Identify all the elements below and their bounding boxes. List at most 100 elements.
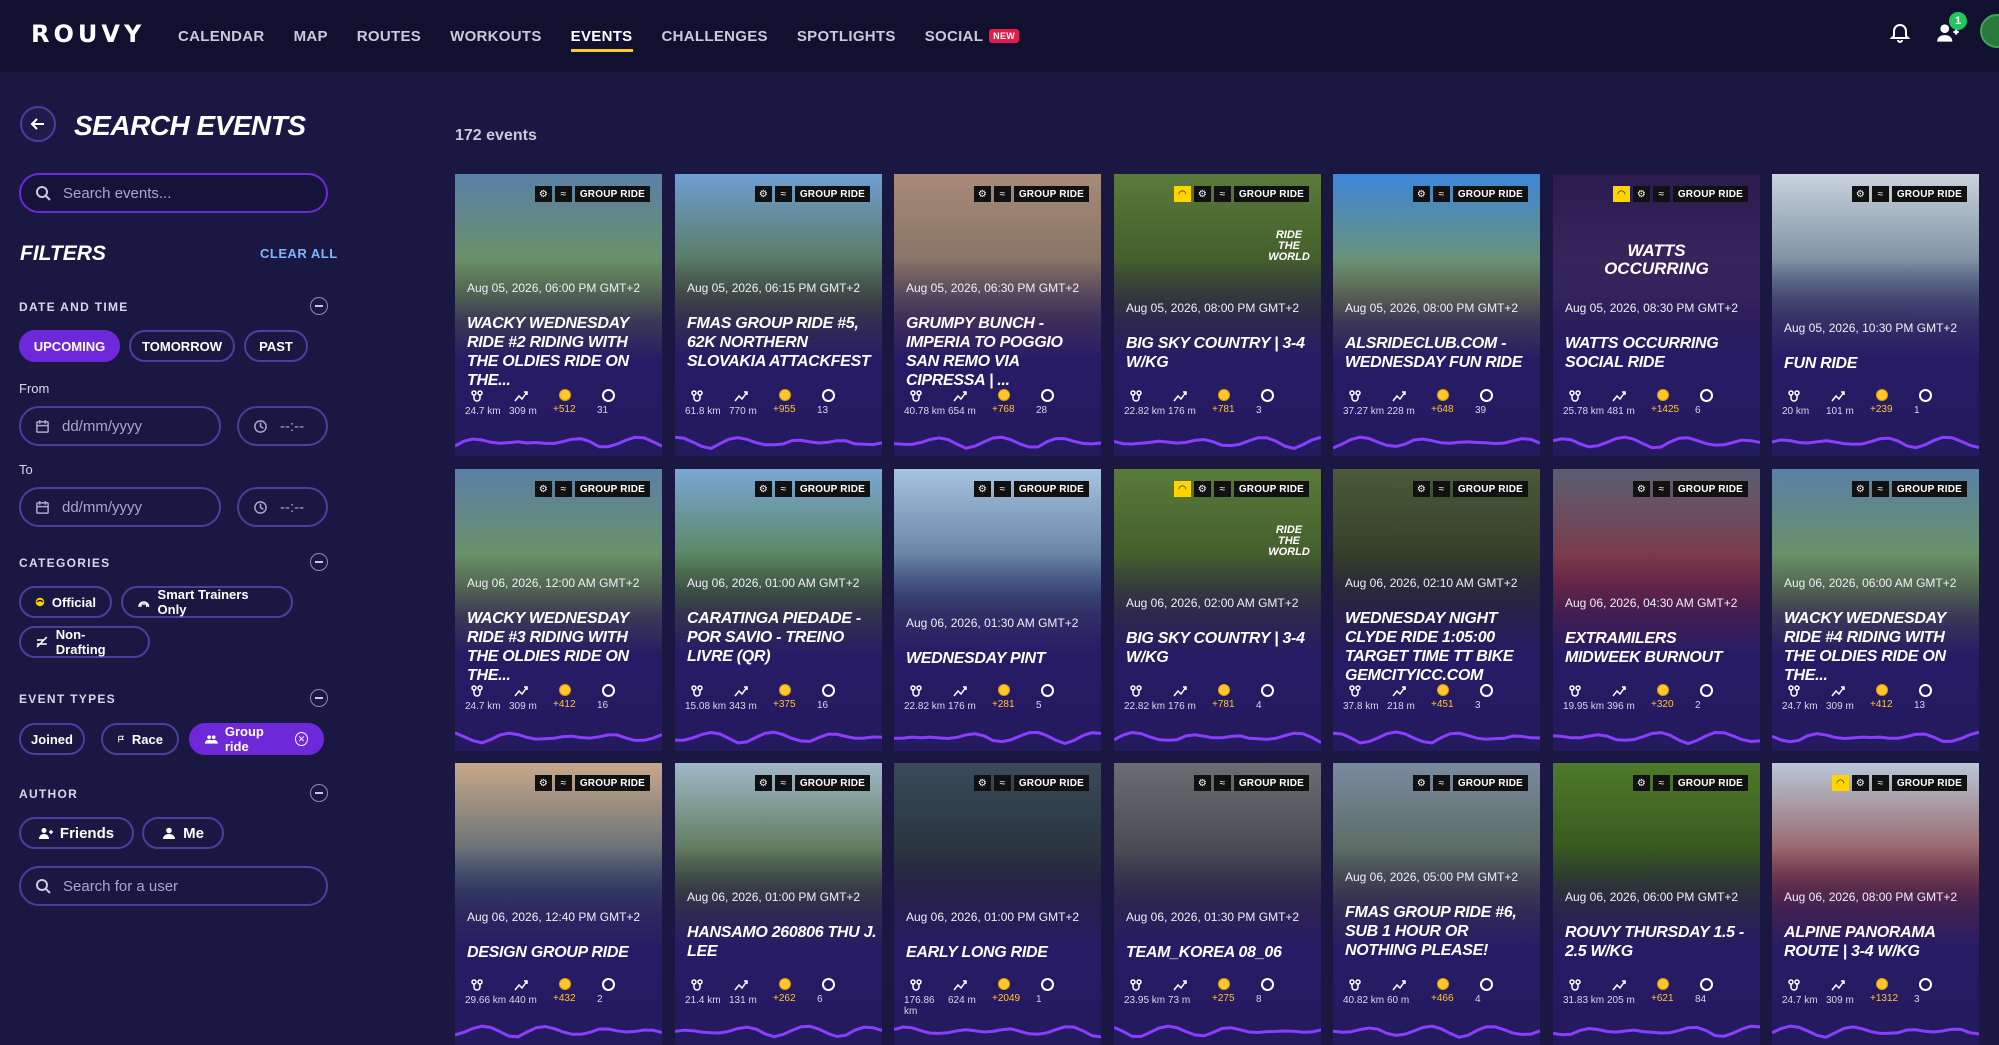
elevation-profile-line <box>455 731 662 745</box>
event-card[interactable]: ◠ ⚙ ≈ GROUP RIDE Aug 06, 2026, 06:00 AM … <box>1772 469 1979 751</box>
riders-value: 1 <box>1036 994 1042 1005</box>
bike-icon: ⚙ <box>973 186 991 202</box>
from-time-input[interactable]: --:-- <box>237 406 328 446</box>
collapse-categories-icon[interactable] <box>310 553 328 571</box>
nav-item-social[interactable]: SOCIAL NEW <box>925 0 1020 72</box>
chip-race[interactable]: Race <box>101 723 179 755</box>
rouvy-logo[interactable]: ROUVY <box>31 20 145 48</box>
elevation-icon <box>1612 980 1626 991</box>
event-card[interactable]: ◠ ⚙ ≈ GROUP RIDE Aug 06, 2026, 06:00 PM … <box>1553 763 1760 1045</box>
filters-sidebar: SEARCH EVENTS FILTERS CLEAR ALL DATE AND… <box>0 72 345 1042</box>
event-date: Aug 06, 2026, 04:30 AM GMT+2 <box>1565 596 1738 610</box>
riders-value: 1 <box>1914 405 1920 416</box>
event-date: Aug 06, 2026, 12:00 AM GMT+2 <box>467 576 640 590</box>
event-types-label: EVENT TYPES <box>19 692 116 706</box>
chip-upcoming[interactable]: UPCOMING <box>19 330 120 362</box>
event-card[interactable]: ◠ ⚙ ≈ GROUP RIDE Aug 06, 2026, 04:30 AM … <box>1553 469 1760 751</box>
user-search-box[interactable] <box>19 866 328 906</box>
search-events-box[interactable] <box>19 173 328 213</box>
chip-non-drafting[interactable]: Non-Drafting <box>19 626 150 658</box>
xp-stat: +768 <box>992 389 1036 417</box>
elevation-profile-line <box>1772 1024 1979 1039</box>
event-card[interactable]: ◠ ⚙ ≈ GROUP RIDE Aug 05, 2026, 06:15 PM … <box>675 174 882 456</box>
riders-icon <box>1041 389 1054 402</box>
elevation-profile-line <box>455 1024 662 1039</box>
event-card[interactable]: ◠ ⚙ ≈ GROUP RIDE Aug 06, 2026, 02:10 AM … <box>1333 469 1540 751</box>
chip-smart-trainers[interactable]: Smart Trainers Only <box>121 586 293 618</box>
event-date: Aug 06, 2026, 06:00 PM GMT+2 <box>1565 890 1739 904</box>
event-card[interactable]: ◠ ⚙ ≈ GROUP RIDE Aug 06, 2026, 12:00 AM … <box>455 469 662 751</box>
collapse-author-icon[interactable] <box>310 784 328 802</box>
event-card[interactable]: WATTS OCCURRING ◠ ⚙ ≈ GROUP RIDE Aug 05,… <box>1553 174 1760 456</box>
collapse-date-time-icon[interactable] <box>310 297 328 315</box>
route-icon: ≈ <box>774 186 792 202</box>
event-stats: 40.82 km 60 m +466 4 <box>1343 978 1519 1006</box>
elevation-icon <box>1831 686 1845 697</box>
riders-value: 2 <box>597 994 603 1005</box>
event-stats: 22.82 km 176 m +781 4 <box>1124 684 1300 712</box>
distance-value: 21.4 km <box>685 995 721 1006</box>
avatar[interactable] <box>1980 14 1999 48</box>
event-card[interactable]: ◠ ⚙ ≈ GROUP RIDE Aug 06, 2026, 08:00 PM … <box>1772 763 1979 1045</box>
nav-item-workouts[interactable]: WORKOUTS <box>450 0 542 72</box>
remove-filter-icon[interactable]: ✕ <box>294 732 308 746</box>
elevation-value: 654 m <box>948 406 976 417</box>
event-card[interactable]: RIDE THE WORLD ◠ ⚙ ≈ GROUP RIDE Aug 05, … <box>1114 174 1321 456</box>
event-card[interactable]: ◠ ⚙ ≈ GROUP RIDE Aug 05, 2026, 06:00 PM … <box>455 174 662 456</box>
event-title: EXTRAMILERS MIDWEEK BURNOUT <box>1565 630 1723 666</box>
event-card[interactable]: ◠ ⚙ ≈ GROUP RIDE Aug 05, 2026, 10:30 PM … <box>1772 174 1979 456</box>
chip-official[interactable]: Official <box>19 586 112 618</box>
event-date: Aug 06, 2026, 08:00 PM GMT+2 <box>1784 890 1958 904</box>
event-card[interactable]: ◠ ⚙ ≈ GROUP RIDE Aug 05, 2026, 08:00 PM … <box>1333 174 1540 456</box>
user-search-input[interactable] <box>63 877 303 895</box>
nav-item-spotlights[interactable]: SPOTLIGHTS <box>797 0 896 72</box>
chip-past[interactable]: PAST <box>244 330 308 362</box>
distance-icon <box>471 979 483 991</box>
elevation-profile-line <box>1114 435 1321 451</box>
nav-item-map[interactable]: MAP <box>294 0 328 72</box>
elevation-profile-chart <box>894 730 1101 746</box>
search-events-input[interactable] <box>63 184 303 202</box>
riders-value: 5 <box>1036 700 1042 711</box>
event-card[interactable]: ◠ ⚙ ≈ GROUP RIDE Aug 06, 2026, 12:40 PM … <box>455 763 662 1045</box>
bell-icon[interactable] <box>1888 20 1912 44</box>
calendar-icon <box>36 500 49 514</box>
event-card[interactable]: ◠ ⚙ ≈ GROUP RIDE Aug 05, 2026, 06:30 PM … <box>894 174 1101 456</box>
xp-stat: +781 <box>1212 684 1256 712</box>
event-card[interactable]: ◠ ⚙ ≈ GROUP RIDE Aug 06, 2026, 01:00 PM … <box>894 763 1101 1045</box>
chip-friends[interactable]: Friends <box>19 817 134 849</box>
elevation-stat: 205 m <box>1607 978 1651 1006</box>
riders-icon <box>1480 684 1493 697</box>
event-date: Aug 06, 2026, 01:00 PM GMT+2 <box>906 910 1080 924</box>
nav-item-events[interactable]: EVENTS <box>570 0 633 72</box>
distance-stat: 61.8 km <box>685 389 729 417</box>
riders-value: 8 <box>1256 994 1262 1005</box>
nav-item-calendar[interactable]: CALENDAR <box>178 0 265 72</box>
nav-item-challenges[interactable]: CHALLENGES <box>662 0 768 72</box>
riders-icon <box>1919 684 1932 697</box>
event-card[interactable]: ◠ ⚙ ≈ GROUP RIDE Aug 06, 2026, 01:00 PM … <box>675 763 882 1045</box>
event-card[interactable]: ◠ ⚙ ≈ GROUP RIDE Aug 06, 2026, 05:00 PM … <box>1333 763 1540 1045</box>
clear-all-button[interactable]: CLEAR ALL <box>260 246 338 261</box>
event-card[interactable]: RIDE THE WORLD ◠ ⚙ ≈ GROUP RIDE Aug 06, … <box>1114 469 1321 751</box>
distance-value: 37.27 km <box>1343 406 1385 417</box>
chip-joined[interactable]: Joined <box>19 723 85 755</box>
event-card[interactable]: ◠ ⚙ ≈ GROUP RIDE Aug 06, 2026, 01:30 AM … <box>894 469 1101 751</box>
chip-tomorrow[interactable]: TOMORROW <box>129 330 235 362</box>
chip-me[interactable]: Me <box>142 817 224 849</box>
nav-item-routes[interactable]: ROUTES <box>357 0 421 72</box>
distance-icon <box>1569 979 1581 991</box>
event-card[interactable]: ◠ ⚙ ≈ GROUP RIDE Aug 06, 2026, 01:00 AM … <box>675 469 882 751</box>
distance-icon <box>910 979 922 991</box>
event-card[interactable]: ◠ ⚙ ≈ GROUP RIDE Aug 06, 2026, 01:30 PM … <box>1114 763 1321 1045</box>
riders-stat: 28 <box>1036 389 1080 417</box>
back-button[interactable] <box>20 106 56 142</box>
chip-race-label: Race <box>131 731 163 747</box>
distance-stat: 37.8 km <box>1343 684 1387 712</box>
elevation-profile-chart <box>455 1024 662 1039</box>
chip-group-ride[interactable]: Group ride ✕ <box>189 723 324 755</box>
from-date-input[interactable]: dd/mm/yyyy <box>19 406 221 446</box>
collapse-event-types-icon[interactable] <box>310 689 328 707</box>
to-time-input[interactable]: --:-- <box>237 487 328 527</box>
to-date-input[interactable]: dd/mm/yyyy <box>19 487 221 527</box>
